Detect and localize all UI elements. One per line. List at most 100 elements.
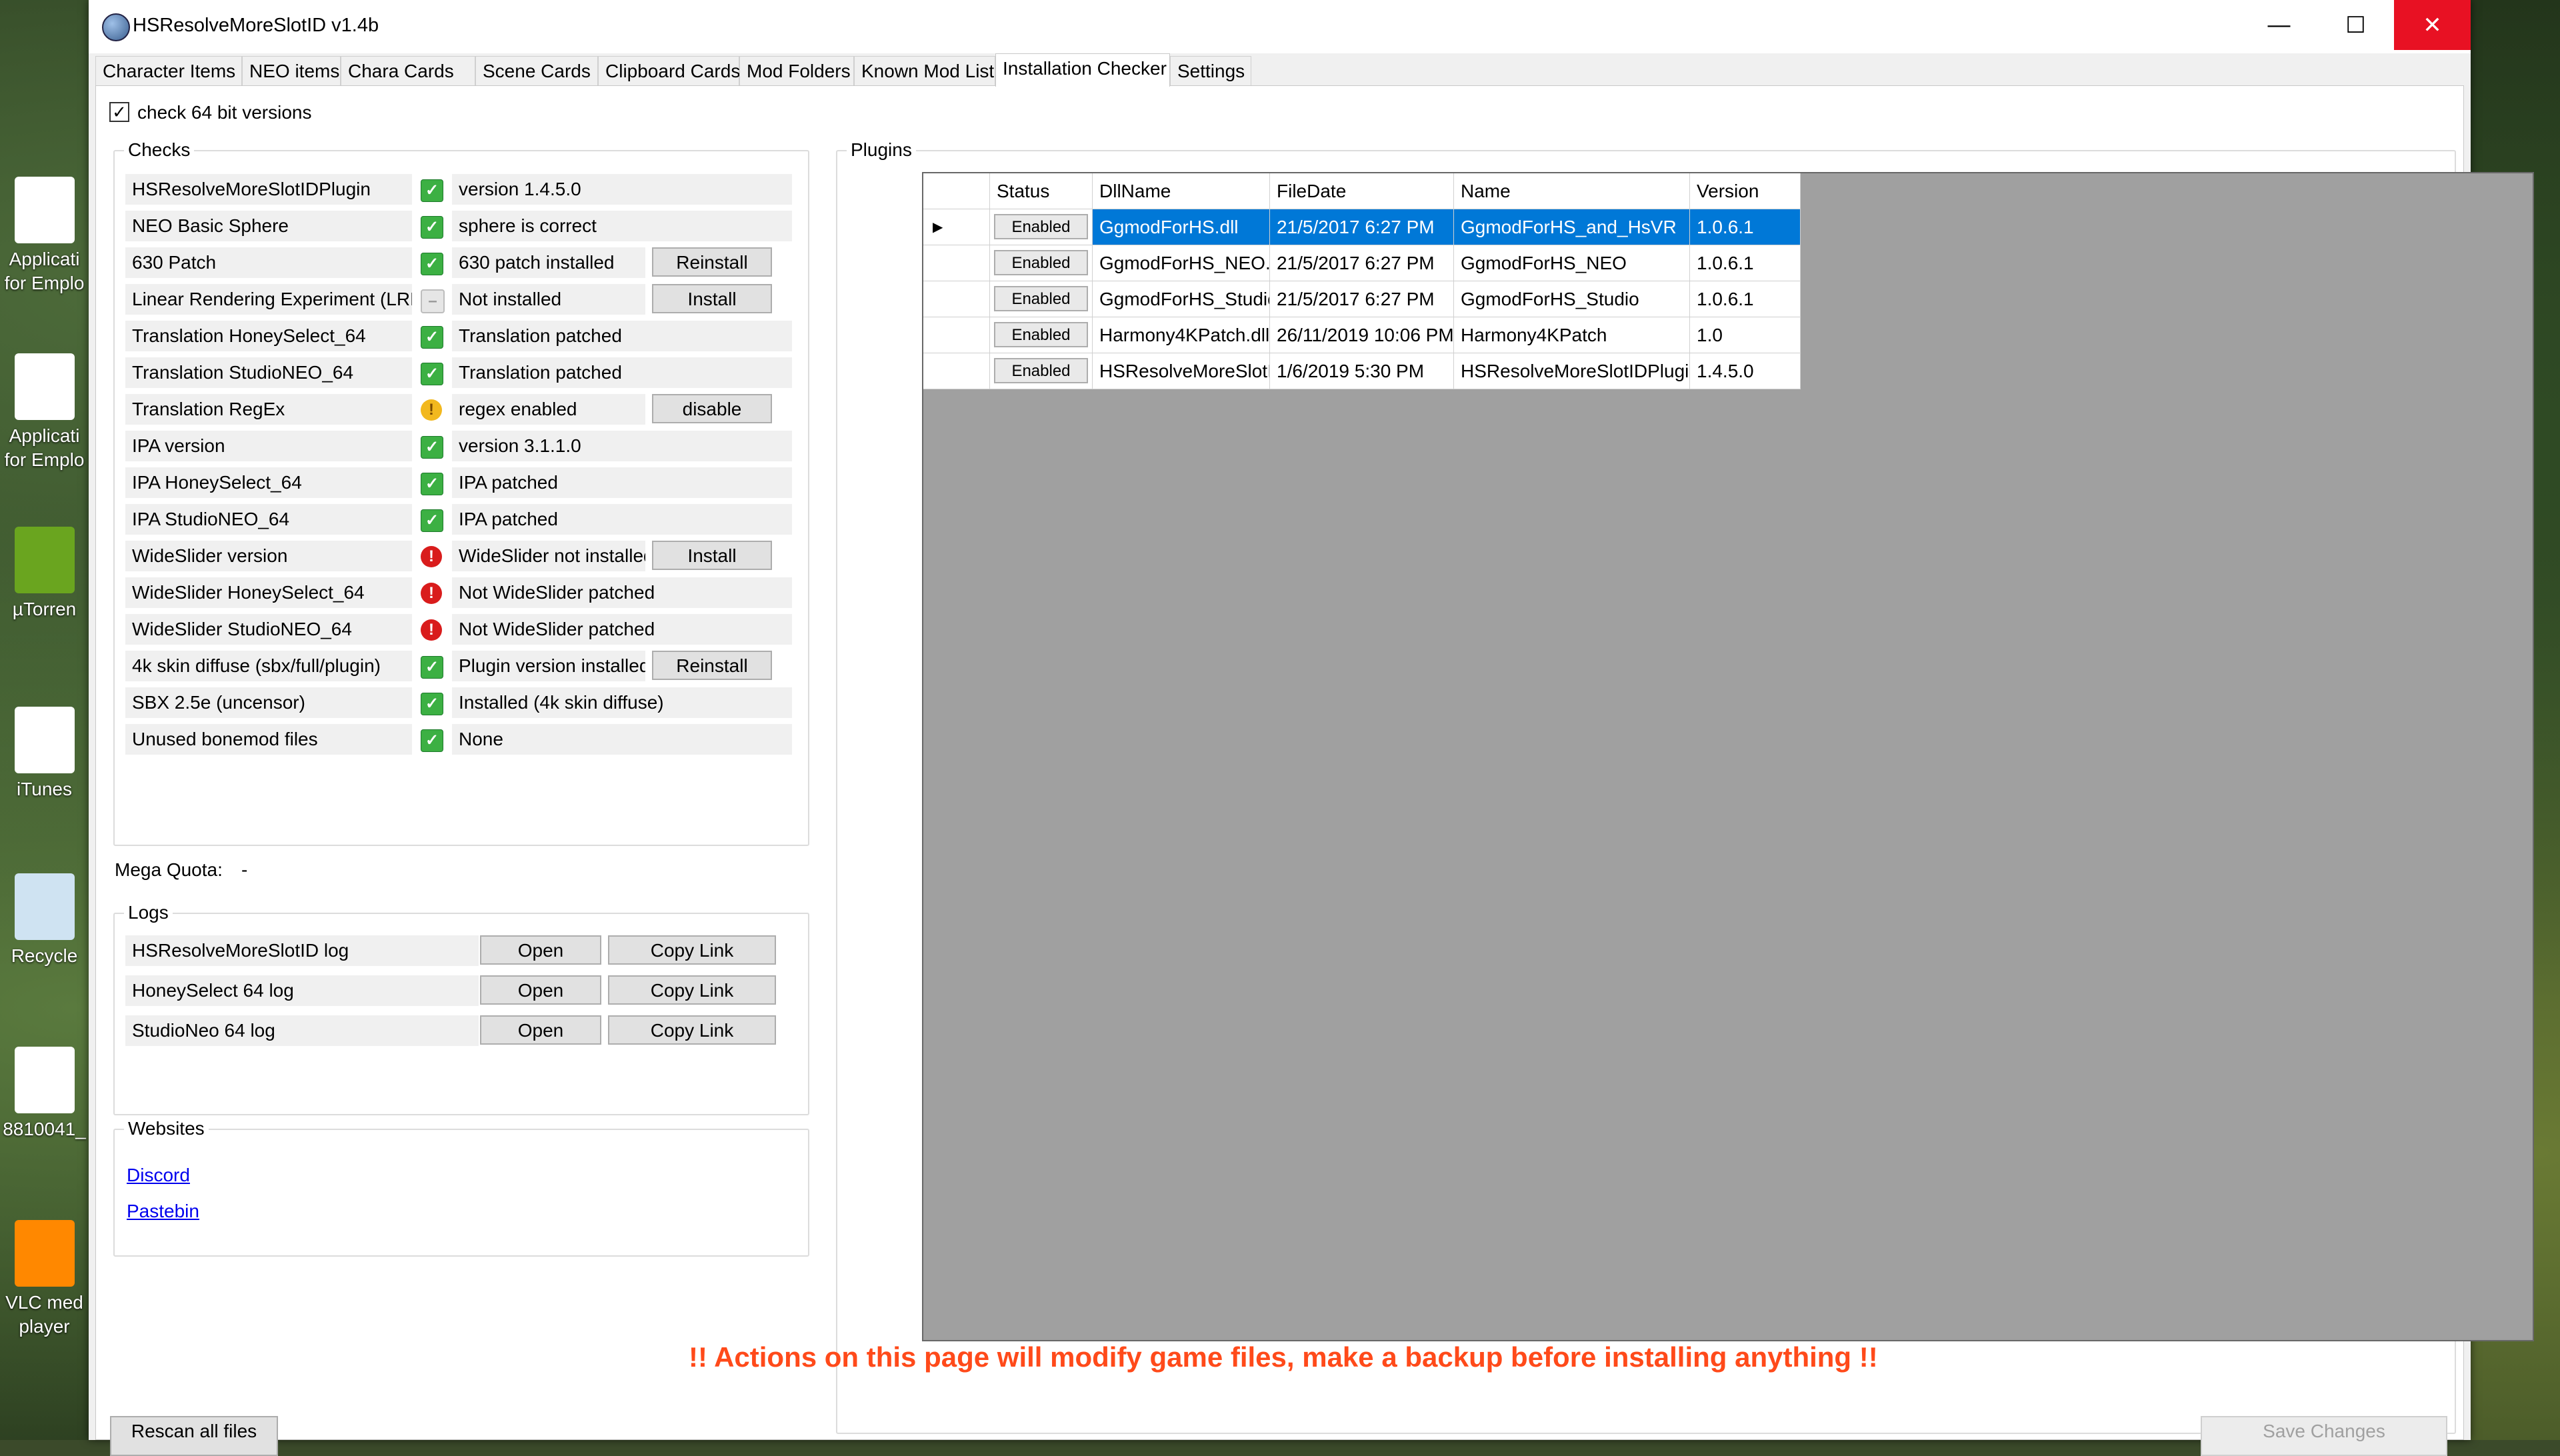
check-status: Not installed (452, 284, 645, 315)
plugin-cell-name[interactable]: Harmony4KPatch (1454, 317, 1690, 353)
plugin-status-button[interactable]: Enabled (994, 358, 1088, 383)
tab-clipboard-cards[interactable]: Clipboard Cards (598, 56, 740, 86)
check64-checkbox[interactable]: ✓ (109, 102, 129, 122)
plugin-cell-date[interactable]: 21/5/2017 6:27 PM (1270, 209, 1454, 245)
check-status: IPA patched (452, 467, 792, 498)
check-name: IPA HoneySelect_64 (125, 467, 412, 498)
check-status: Plugin version installed. (452, 651, 645, 681)
websites-group: Websites Discord Pastebin (113, 1118, 809, 1257)
plugin-cell-date[interactable]: 21/5/2017 6:27 PM (1270, 245, 1454, 281)
plugin-cell-version[interactable]: 1.0.6.1 (1690, 281, 1801, 317)
check-name: HSResolveMoreSlotIDPlugin (125, 174, 412, 205)
plugin-cell-date[interactable]: 1/6/2019 5:30 PM (1270, 353, 1454, 389)
check-action-button[interactable]: Install (652, 541, 772, 570)
desktop-icon[interactable]: Applicati for Emplo (0, 353, 89, 472)
grid-row-header-corner[interactable] (923, 173, 990, 209)
rescan-button[interactable]: Rescan all files (110, 1416, 278, 1456)
tab-installation-checker[interactable]: Installation Checker (995, 53, 1170, 87)
tab-settings[interactable]: Settings (1170, 56, 1251, 86)
tab-chara-cards[interactable]: Chara Cards (341, 56, 475, 86)
column-header-dllname[interactable]: DllName (1093, 173, 1270, 209)
plugin-status-button[interactable]: Enabled (994, 250, 1088, 275)
close-button[interactable]: ✕ (2394, 0, 2471, 50)
check-status: version 1.4.5.0 (452, 174, 792, 205)
plugin-cell-name[interactable]: GgmodForHS_and_HsVR (1454, 209, 1690, 245)
check-name: 4k skin diffuse (sbx/full/plugin) (125, 651, 412, 681)
check-name: Translation StudioNEO_64 (125, 357, 412, 388)
plugin-cell-dll[interactable]: GgmodForHS_NEO.dll (1093, 245, 1270, 281)
plugin-status-button[interactable]: Enabled (994, 214, 1088, 239)
plugins-grid[interactable]: Status DllName FileDate Name Version ▶ Enabled… (922, 172, 2534, 1341)
plugin-cell-date[interactable]: 26/11/2019 10:06 PM (1270, 317, 1454, 353)
plugin-status-button[interactable]: Enabled (994, 286, 1088, 311)
column-header-version[interactable]: Version (1690, 173, 1801, 209)
plugin-cell-version[interactable]: 1.4.5.0 (1690, 353, 1801, 389)
plugin-status-button[interactable]: Enabled (994, 322, 1088, 347)
plugin-cell-name[interactable]: HSResolveMoreSlotIDPlugin (1454, 353, 1690, 389)
pdf-icon (14, 177, 75, 243)
discord-link[interactable]: Discord (127, 1165, 190, 1186)
plugin-cell-dll[interactable]: HSResolveMoreSlotIDPlugin.dll (1093, 353, 1270, 389)
minimize-button[interactable]: — (2241, 0, 2317, 50)
plugin-cell-version[interactable]: 1.0.6.1 (1690, 209, 1801, 245)
check-row: Linear Rendering Experiment (LRE) – Not in… (125, 281, 792, 315)
log-copy-link-button[interactable]: Copy Link (608, 1015, 776, 1045)
plugin-cell-dll[interactable]: Harmony4KPatch.dll (1093, 317, 1270, 353)
log-open-button[interactable]: Open (480, 1015, 601, 1045)
check-status: IPA patched (452, 504, 792, 535)
tab-scene-cards[interactable]: Scene Cards (475, 56, 598, 86)
desktop-icon[interactable]: 8810041_ (0, 1047, 89, 1141)
title-bar[interactable]: HSResolveMoreSlotID v1.4b — ☐ ✕ (89, 0, 2471, 53)
desktop-icon[interactable]: Applicati for Emplo (0, 177, 89, 295)
plugin-cell-date[interactable]: 21/5/2017 6:27 PM (1270, 281, 1454, 317)
app-icon (102, 13, 130, 41)
plugin-cell-name[interactable]: GgmodForHS_NEO (1454, 245, 1690, 281)
tab-mod-folders[interactable]: Mod Folders (739, 56, 854, 86)
check-ok-icon: ✓ (421, 179, 443, 202)
plugin-cell-name[interactable]: GgmodForHS_Studio (1454, 281, 1690, 317)
pastebin-link[interactable]: Pastebin (127, 1201, 199, 1222)
log-copy-link-button[interactable]: Copy Link (608, 975, 776, 1005)
plugin-cell-version[interactable]: 1.0.6.1 (1690, 245, 1801, 281)
plugin-cell-dll[interactable]: GgmodForHS.dll (1093, 209, 1270, 245)
column-header-status[interactable]: Status (990, 173, 1093, 209)
save-changes-button[interactable]: Save Changes (2201, 1416, 2447, 1456)
plugin-cell-status[interactable]: Enabled (990, 245, 1093, 281)
desktop-icon[interactable]: Recycle (0, 873, 89, 968)
tab-neo-items[interactable]: NEO items (242, 56, 341, 86)
tab-character-items[interactable]: Character Items (95, 56, 242, 86)
check-row: Translation StudioNEO_64 ✓ Translation pat… (125, 355, 792, 388)
check-action-button[interactable]: disable (652, 394, 772, 423)
check-ok-icon: ✓ (421, 326, 443, 349)
log-name: HoneySelect 64 log (125, 975, 479, 1006)
row-header[interactable] (923, 317, 990, 353)
desktop-icon[interactable]: iTunes (0, 707, 89, 801)
desktop-icon[interactable]: µTorren (0, 527, 89, 621)
log-open-button[interactable]: Open (480, 935, 601, 965)
check-name: SBX 2.5e (uncensor) (125, 687, 412, 718)
check-name: WideSlider HoneySelect_64 (125, 577, 412, 608)
plugin-cell-status[interactable]: Enabled (990, 281, 1093, 317)
column-header-filedate[interactable]: FileDate (1270, 173, 1454, 209)
plugin-cell-status[interactable]: Enabled (990, 353, 1093, 389)
check-name: Translation HoneySelect_64 (125, 321, 412, 351)
maximize-button[interactable]: ☐ (2317, 0, 2394, 50)
log-copy-link-button[interactable]: Copy Link (608, 935, 776, 965)
desktop-icon[interactable]: VLC med player (0, 1220, 89, 1339)
log-open-button[interactable]: Open (480, 975, 601, 1005)
plugin-cell-version[interactable]: 1.0 (1690, 317, 1801, 353)
plugin-cell-dll[interactable]: GgmodForHS_Studio.dll (1093, 281, 1270, 317)
row-header[interactable] (923, 245, 990, 281)
check-status: Installed (4k skin diffuse) (452, 687, 792, 718)
check-action-button[interactable]: Reinstall (652, 651, 772, 680)
tab-known-mod-list[interactable]: Known Mod List (854, 56, 995, 86)
row-header[interactable] (923, 281, 990, 317)
check-action-button[interactable]: Install (652, 284, 772, 313)
check-action-button[interactable]: Reinstall (652, 247, 772, 277)
check-name: WideSlider version (125, 541, 412, 571)
row-header[interactable] (923, 353, 990, 389)
plugin-cell-status[interactable]: Enabled (990, 209, 1093, 245)
plugin-cell-status[interactable]: Enabled (990, 317, 1093, 353)
column-header-name[interactable]: Name (1454, 173, 1690, 209)
row-header[interactable]: ▶ (923, 209, 990, 245)
